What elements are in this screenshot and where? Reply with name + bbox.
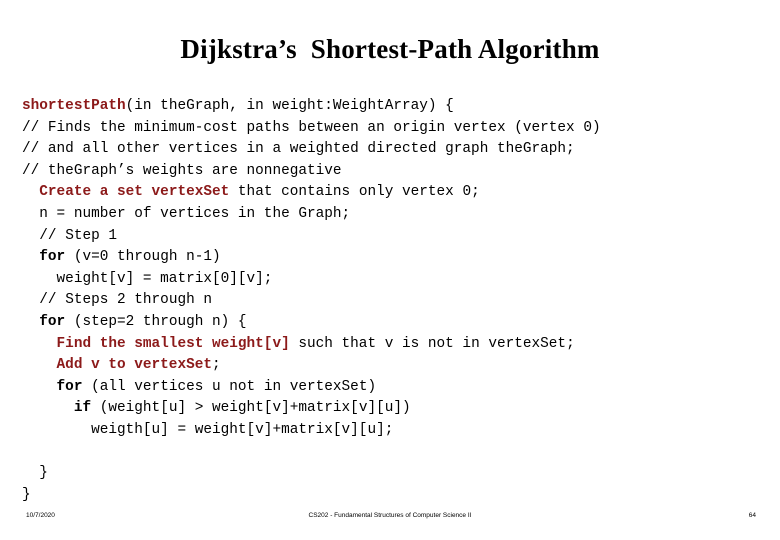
code-line: Create a set vertexSet that contains onl… [22, 182, 762, 204]
code-keyword: for [39, 249, 66, 266]
code-pseudocode-highlight: Add v to vertexSet [56, 357, 212, 374]
code-line: for (v=0 through n-1) [22, 247, 762, 269]
code-text: n = number of vertices in the Graph; [39, 205, 351, 222]
footer-course-title: CS202 - Fundamental Structures of Comput… [308, 512, 472, 519]
code-keyword: for [56, 378, 83, 395]
code-line: Find the smallest weight[v] such that v … [22, 334, 762, 356]
code-text: // Finds the minimum-cost paths between … [22, 119, 601, 136]
code-line: // Step 1 [22, 226, 762, 248]
code-line: } [22, 463, 762, 485]
code-text: weight[v] = matrix[0][v]; [56, 270, 273, 287]
code-text: (step=2 through n) { [65, 313, 247, 330]
code-text: // Steps 2 through n [39, 292, 212, 309]
code-text: ; [212, 357, 221, 374]
code-keyword: if [73, 400, 92, 417]
code-line: shortestPath(in theGraph, in weight:Weig… [22, 96, 762, 118]
code-line: weigth[u] = weight[v]+matrix[v][u]; [22, 420, 762, 442]
code-pseudocode-highlight: Create a set vertexSet [39, 184, 230, 201]
code-line: // theGraph’s weights are nonnegative [22, 161, 762, 183]
code-line: // Finds the minimum-cost paths between … [22, 118, 762, 140]
code-line: weight[v] = matrix[0][v]; [22, 269, 762, 291]
code-text: // and all other vertices in a weighted … [22, 141, 575, 158]
code-text: (weight[u] > weight[v]+matrix[v][u]) [91, 400, 411, 417]
code-line: if (weight[u] > weight[v]+matrix[v][u]) [22, 398, 762, 420]
code-text: that contains only vertex 0; [229, 184, 480, 201]
code-line: Add v to vertexSet; [22, 355, 762, 377]
code-text: // Step 1 [39, 227, 118, 244]
page-title: Dijkstra’s Shortest-Path Algorithm [180, 34, 600, 64]
code-pseudocode-highlight: Find the smallest weight[v] [56, 335, 290, 352]
code-line: } [22, 485, 762, 507]
code-line: n = number of vertices in the Graph; [22, 204, 762, 226]
code-line: for (step=2 through n) { [22, 312, 762, 334]
code-text: (all vertices u not in vertexSet) [82, 378, 377, 395]
footer-page-number: 64 [748, 512, 756, 519]
code-pseudocode-highlight: shortestPath [22, 98, 126, 114]
code-text: such that v is not in vertexSet; [289, 335, 575, 352]
code-text: } [39, 465, 48, 482]
code-text: // theGraph’s weights are nonnegative [22, 162, 342, 179]
code-line: // Steps 2 through n [22, 290, 762, 312]
code-text: (in theGraph, in weight:WeightArray) { [125, 98, 454, 114]
code-text: (v=0 through n-1) [65, 249, 221, 266]
code-line: for (all vertices u not in vertexSet) [22, 377, 762, 399]
code-line: // and all other vertices in a weighted … [22, 139, 762, 161]
slide-canvas: Dijkstra’s Shortest-Path Algorithm short… [0, 0, 780, 540]
code-text: } [22, 486, 31, 503]
code-block: shortestPath(in theGraph, in weight:Weig… [22, 96, 762, 506]
code-keyword: for [39, 313, 66, 330]
code-text: weigth[u] = weight[v]+matrix[v][u]; [91, 421, 394, 438]
